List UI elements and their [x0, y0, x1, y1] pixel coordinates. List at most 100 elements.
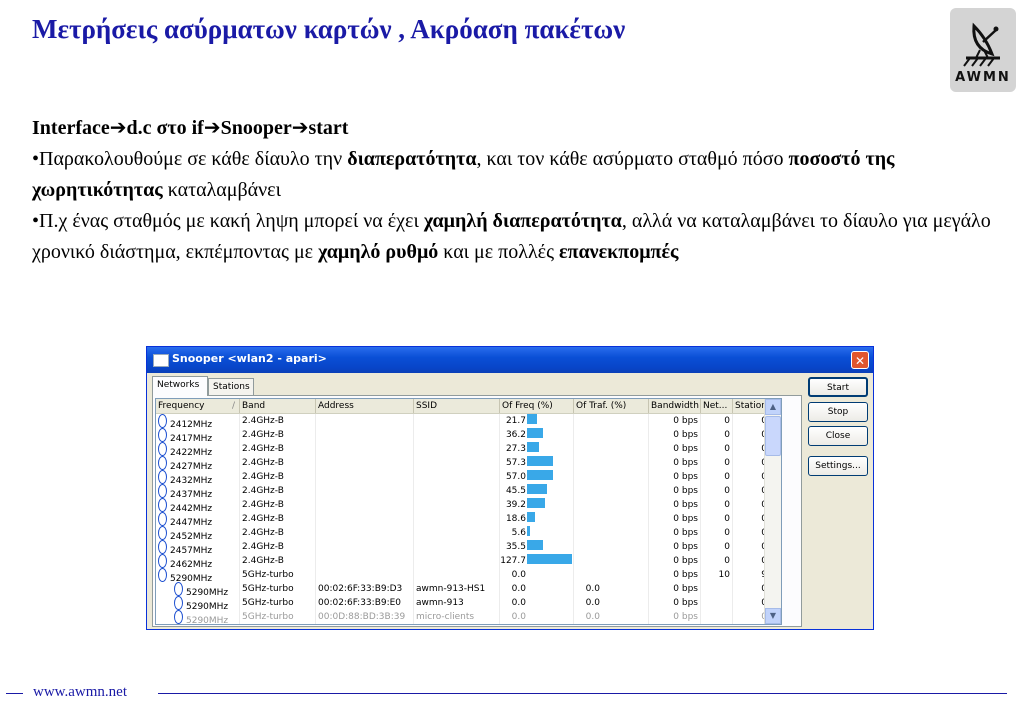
- table-row[interactable]: 5290MHz 5GHz-turbo 00:0D:88:BD:3B:39 micro-…: [156, 610, 781, 624]
- table-row[interactable]: 2442MHz2.4GHz-B39.20 bps00: [156, 498, 781, 512]
- cell-of-traf: [574, 442, 649, 456]
- satellite-dish-icon: [963, 22, 1000, 67]
- cell-of-freq: 36.2: [500, 428, 574, 442]
- cell-bandwidth: 0 bps: [649, 540, 701, 554]
- cell-freq: 5290MHz: [156, 582, 240, 596]
- networks-table[interactable]: Frequency / Band Address SSID Of Freq (%)…: [155, 398, 782, 625]
- footer-url[interactable]: www.awmn.net: [33, 684, 127, 701]
- col-ssid[interactable]: SSID: [414, 399, 500, 413]
- cell-band: 2.4GHz-B: [240, 442, 316, 456]
- wireless-signal-icon: [158, 554, 167, 568]
- table-row[interactable]: 2437MHz2.4GHz-B45.50 bps00: [156, 484, 781, 498]
- cell-net: 0: [701, 526, 733, 540]
- cell-of-traf: [574, 540, 649, 554]
- arrow-icon: ➔: [109, 115, 127, 139]
- cell-band: 2.4GHz-B: [240, 428, 316, 442]
- of-freq-value: 45.5: [505, 486, 526, 496]
- cell-band: 2.4GHz-B: [240, 470, 316, 484]
- cell-band: 2.4GHz-B: [240, 498, 316, 512]
- frequency-value: 2412MHz: [170, 420, 213, 428]
- slide-title: Μετρήσεις ασύρματων καρτών , Ακρόαση πακ…: [32, 14, 626, 44]
- cell-of-freq: 39.2: [500, 498, 574, 512]
- of-traf-value: 0.0: [585, 584, 600, 594]
- cell-net: [701, 610, 733, 624]
- cell-bandwidth: 0 bps: [649, 526, 701, 540]
- cell-of-traf: [574, 526, 649, 540]
- cell-address: [316, 414, 414, 428]
- table-row[interactable]: 2432MHz2.4GHz-B57.00 bps00: [156, 470, 781, 484]
- tab-networks[interactable]: Networks: [152, 376, 208, 396]
- cell-address: 00:02:6F:33:B9:E0: [316, 596, 414, 610]
- of-freq-bar: [527, 484, 547, 494]
- cell-address: [316, 568, 414, 582]
- table-row[interactable]: 5290MHz 5GHz-turbo 00:02:6F:33:B9:D3 awmn-9…: [156, 582, 781, 596]
- table-row[interactable]: 2422MHz2.4GHz-B27.30 bps00: [156, 442, 781, 456]
- cell-bandwidth: 0 bps: [649, 554, 701, 568]
- cell-of-traf: 0.0: [574, 582, 649, 596]
- tab-stations[interactable]: Stations: [208, 378, 254, 395]
- cell-band: 2.4GHz-B: [240, 526, 316, 540]
- scroll-up-icon[interactable]: ▲: [765, 399, 781, 415]
- table-row[interactable]: 2462MHz2.4GHz-B127.70 bps00: [156, 554, 781, 568]
- wireless-signal-icon: [158, 428, 167, 442]
- cell-of-traf: 0.0: [574, 610, 649, 624]
- stop-button[interactable]: Stop: [808, 402, 868, 422]
- cell-of-freq: 57.3: [500, 456, 574, 470]
- scroll-thumb[interactable]: [765, 416, 781, 456]
- table-row[interactable]: 2417MHz2.4GHz-B36.20 bps00: [156, 428, 781, 442]
- col-band[interactable]: Band: [240, 399, 316, 413]
- cell-ssid: [414, 540, 500, 554]
- table-row[interactable]: 5290MHz 5GHz-turbo 00:02:6F:33:B9:E0 awmn-9…: [156, 596, 781, 610]
- table-row[interactable]: 5290MHz5GHz-turbo0.00 bps109: [156, 568, 781, 582]
- frequency-value: 5290MHz: [186, 588, 229, 596]
- cell-address: [316, 428, 414, 442]
- cell-freq: 2462MHz: [156, 554, 240, 568]
- cell-of-traf: [574, 554, 649, 568]
- start-button[interactable]: Start: [808, 377, 868, 397]
- vertical-scrollbar[interactable]: ▲ ▼: [764, 399, 781, 624]
- col-of-traf[interactable]: Of Traf. (%): [574, 399, 649, 413]
- table-row[interactable]: 2427MHz2.4GHz-B57.30 bps00: [156, 456, 781, 470]
- wireless-signal-icon: [158, 456, 167, 470]
- col-bandwidth[interactable]: Bandwidth: [649, 399, 701, 413]
- cell-of-freq: 0.0: [500, 596, 574, 610]
- cell-freq: 2452MHz: [156, 526, 240, 540]
- cell-band: 5GHz-turbo: [240, 596, 316, 610]
- scroll-down-icon[interactable]: ▼: [765, 608, 781, 624]
- of-freq-value: 39.2: [505, 500, 526, 510]
- cell-freq: 5290MHz: [156, 610, 240, 624]
- cell-ssid: [414, 442, 500, 456]
- col-net[interactable]: Net...: [701, 399, 733, 413]
- cell-bandwidth: 0 bps: [649, 610, 701, 624]
- table-row[interactable]: 2447MHz2.4GHz-B18.60 bps00: [156, 512, 781, 526]
- frequency-value: 2447MHz: [170, 518, 213, 526]
- cell-address: [316, 442, 414, 456]
- cell-band: 2.4GHz-B: [240, 456, 316, 470]
- cell-freq: 2437MHz: [156, 484, 240, 498]
- col-of-freq[interactable]: Of Freq (%): [500, 399, 574, 413]
- cell-band: 2.4GHz-B: [240, 540, 316, 554]
- cell-bandwidth: 0 bps: [649, 470, 701, 484]
- cell-of-traf: [574, 414, 649, 428]
- of-traf-value: [574, 526, 600, 540]
- frequency-value: 5290MHz: [186, 616, 229, 624]
- close-button[interactable]: Close: [808, 426, 868, 446]
- window-close-button[interactable]: ✕: [851, 351, 869, 369]
- table-row[interactable]: 2457MHz2.4GHz-B35.50 bps00: [156, 540, 781, 554]
- logo-text: AWMN: [955, 70, 1011, 85]
- settings-button[interactable]: Settings...: [808, 456, 868, 476]
- of-freq-value: 57.0: [505, 472, 526, 482]
- sort-icon: /: [232, 401, 236, 411]
- path-dc: d.c στο if: [126, 117, 204, 139]
- col-address[interactable]: Address: [316, 399, 414, 413]
- cell-net: 0: [701, 414, 733, 428]
- table-row[interactable]: 2412MHz2.4GHz-B21.70 bps00: [156, 414, 781, 428]
- table-row[interactable]: 2452MHz2.4GHz-B5.60 bps00: [156, 526, 781, 540]
- window-titlebar[interactable]: Snooper <wlan2 - apari> ✕: [147, 347, 873, 373]
- col-frequency[interactable]: Frequency /: [156, 399, 240, 413]
- cell-band: 2.4GHz-B: [240, 512, 316, 526]
- cell-of-freq: 57.0: [500, 470, 574, 484]
- wireless-signal-icon: [158, 484, 167, 498]
- wireless-signal-icon: [158, 442, 167, 456]
- cell-ssid: awmn-913: [414, 596, 500, 610]
